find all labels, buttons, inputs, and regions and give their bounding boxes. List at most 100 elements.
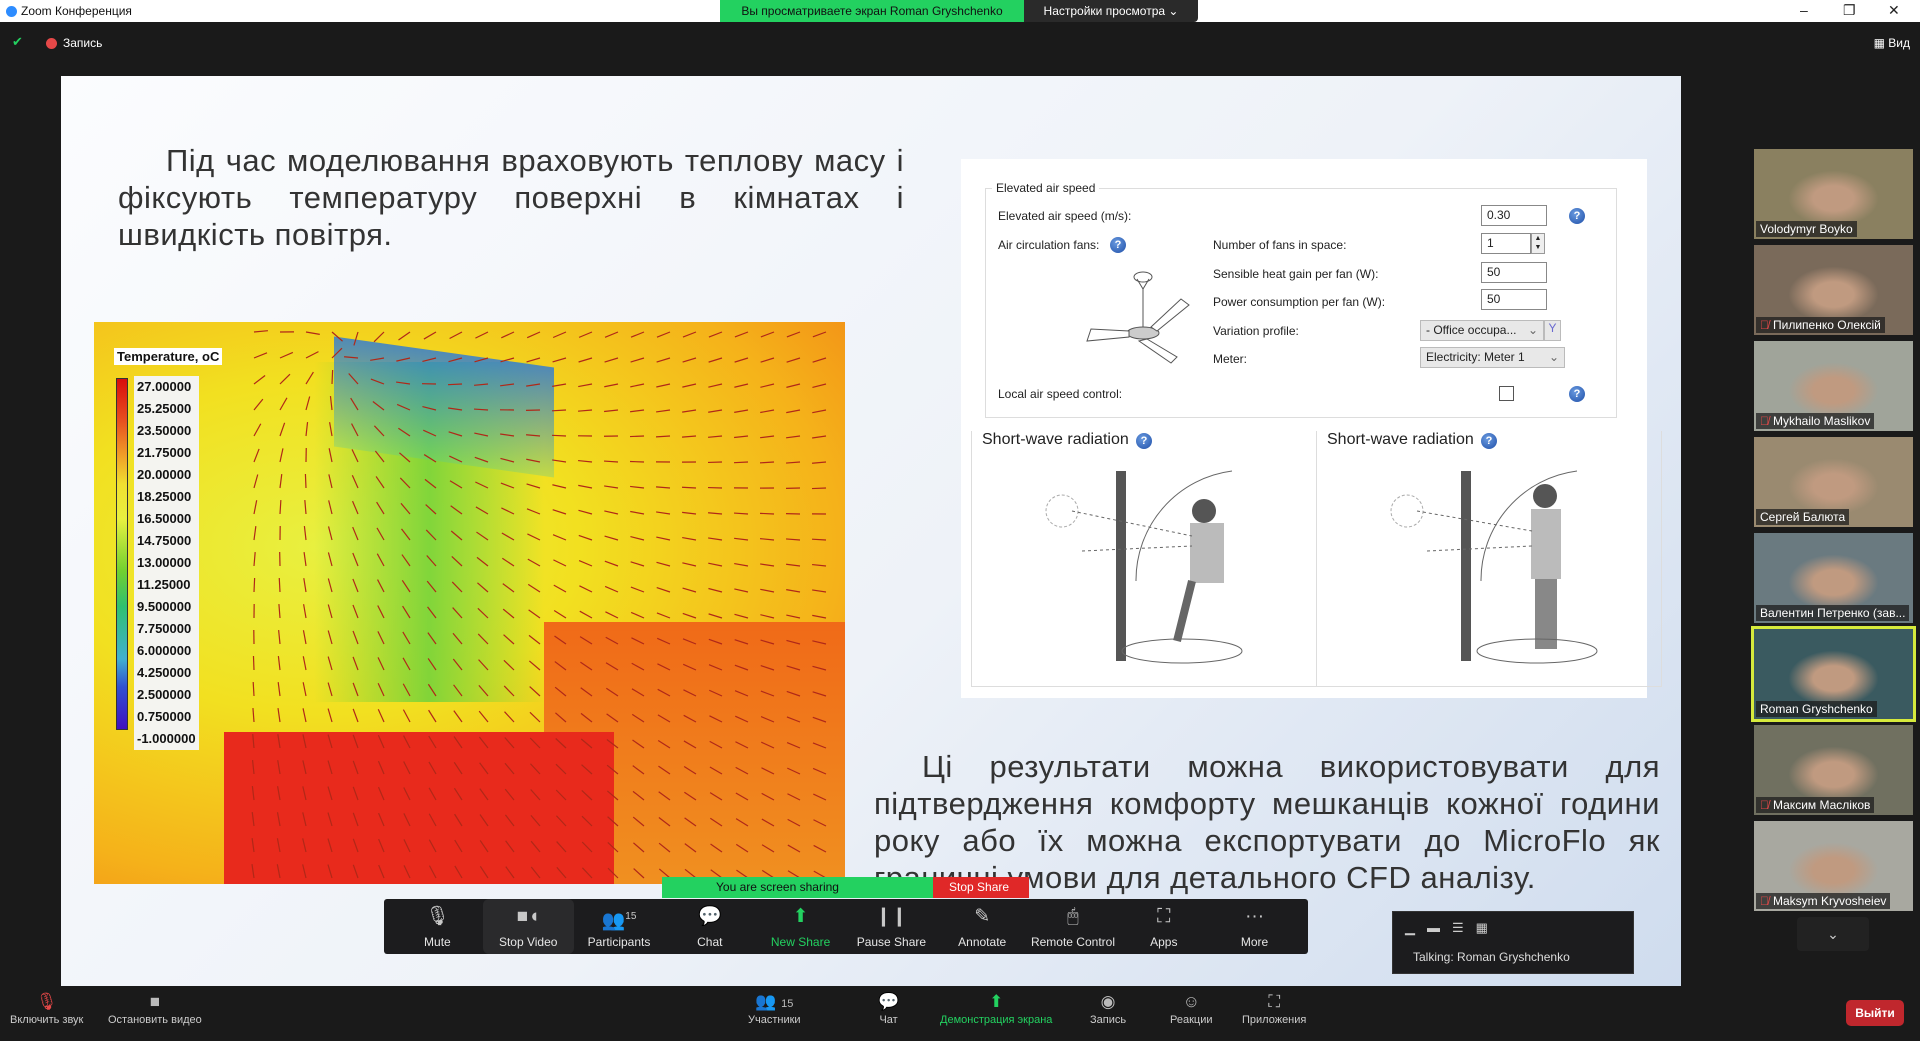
bottom-6-button[interactable]: ☺ Реакции — [1170, 992, 1213, 1026]
toolbar-more-button[interactable]: ··· More — [1209, 899, 1300, 954]
num-fans-input[interactable]: 1 — [1481, 233, 1531, 254]
filter-icon[interactable]: Y — [1544, 320, 1561, 341]
participant-count: 15 — [625, 911, 637, 922]
toolbar-annotate-button[interactable]: ✎ Annotate — [937, 899, 1028, 954]
muted-mic-icon: 🎙̸ — [1760, 318, 1769, 332]
meter-dropdown[interactable]: Electricity: Meter 1 ⌄ — [1420, 347, 1565, 368]
meeting-top-strip — [0, 22, 1920, 76]
muted-mic-icon: 🎙̸ — [1760, 798, 1769, 812]
num-fans-spinner[interactable]: ▲ ▼ — [1531, 233, 1545, 254]
participant-name: 🎙̸ Пилипенко Олексій — [1756, 317, 1885, 333]
toolbar-apps-button[interactable]: ⛶ Apps — [1118, 899, 1209, 954]
toolbar-label: Annotate — [958, 935, 1007, 949]
help-icon[interactable]: ? — [1569, 386, 1585, 402]
participant-name: Volodymyr Boyko — [1756, 221, 1857, 237]
short-wave-radiation-standing: Short-wave radiation ? — [1316, 431, 1662, 687]
toolbar-stop-video-button[interactable]: ■◖ Stop Video — [482, 899, 574, 954]
help-icon[interactable]: ? — [1136, 433, 1152, 449]
stop-share-label: Stop Share — [949, 880, 1010, 894]
recording-indicator[interactable]: Запись — [46, 36, 102, 50]
mute-icon: 🎙 — [425, 906, 450, 927]
heat-input[interactable]: 50 — [1481, 262, 1547, 283]
legend-value: 9.500000 — [134, 596, 199, 618]
slide-paragraph-2: Ці результати можна використовувати для … — [874, 749, 1660, 895]
remote-control-icon: 🖱 — [1067, 906, 1079, 927]
participant-name: Валентин Петренко (зав... — [1756, 605, 1910, 621]
stop-share-button[interactable]: Stop Share — [933, 877, 1029, 898]
bottom-7-button[interactable]: ⛶ Приложения — [1242, 992, 1306, 1026]
minimize-button[interactable]: – — [1800, 2, 1808, 18]
bottom-4-button[interactable]: ⬆ Демонстрация экрана — [940, 992, 1052, 1026]
legend-value: 14.75000 — [134, 530, 199, 552]
participant-tile[interactable]: Сергей Балюта — [1754, 437, 1913, 527]
security-shield-icon[interactable]: ✔ — [12, 34, 28, 50]
participant-tile[interactable]: Volodymyr Boyko — [1754, 149, 1913, 239]
participant-name: 🎙̸ Максим Масліков — [1756, 797, 1875, 813]
participant-name: 🎙̸ Mykhailo Maslikov — [1756, 413, 1875, 429]
participant-tile[interactable]: 🎙̸ Максим Масліков — [1754, 725, 1913, 815]
apps-icon: ⛶ — [1157, 906, 1171, 927]
help-icon[interactable]: ? — [1569, 208, 1585, 224]
seated-person-illustration — [1045, 470, 1243, 664]
toolbar-label: Chat — [697, 935, 723, 949]
maximize-button[interactable]: ❐ — [1843, 2, 1856, 19]
annotate-icon: ✎ — [974, 906, 991, 927]
leave-button[interactable]: Выйти — [1846, 1000, 1904, 1026]
power-input[interactable]: 50 — [1481, 289, 1547, 310]
app-name: Zoom Конференция — [21, 4, 132, 18]
toolbar-label: Participants — [587, 935, 651, 949]
num-fans-label: Number of fans in space: — [1213, 238, 1347, 252]
control-label: Запись — [1090, 1014, 1127, 1026]
toolbar-remote-control-button[interactable]: 🖱 Remote Control — [1028, 899, 1119, 954]
stop-video-icon: ■◖ — [516, 906, 540, 927]
toolbar-label: Pause Share — [856, 935, 927, 949]
viewing-banner: Вы просматриваете экран Roman Gryshchenk… — [720, 0, 1024, 22]
participant-tile[interactable]: 🎙̸ Mykhailo Maslikov — [1754, 341, 1913, 431]
bottom-1-button[interactable]: ■ Остановить видео — [108, 992, 202, 1026]
layout-switch-icons[interactable]: ▁▬☰▦ — [1405, 920, 1500, 936]
toolbar-new-share-button[interactable]: ⬆ New Share — [755, 899, 846, 954]
help-icon[interactable]: ? — [1481, 433, 1497, 449]
help-icon[interactable]: ? — [1110, 237, 1126, 253]
title-bar: Zoom Конференция Вы просматриваете экран… — [0, 0, 1920, 22]
view-button[interactable]: ▦ Вид — [1874, 36, 1910, 50]
group-label: Elevated air speed — [992, 181, 1100, 195]
participant-tile[interactable]: 🎙̸ Maksym Kryvosheiev — [1754, 821, 1913, 911]
legend-value: 11.25000 — [134, 574, 199, 596]
legend-value: 20.00000 — [134, 464, 199, 486]
toolbar-label: Remote Control — [1030, 935, 1115, 949]
toolbar-pause-share-button[interactable]: ❙❙ Pause Share — [846, 899, 937, 954]
toolbar-mute-button[interactable]: 🎙 Mute — [392, 899, 483, 954]
local-control-label: Local air speed control: — [998, 387, 1123, 401]
legend-value: 6.000000 — [134, 640, 199, 662]
toolbar-participants-button[interactable]: 👥15 Participants — [574, 899, 665, 954]
standing-person-illustration — [1390, 470, 1598, 664]
bottom-3-button[interactable]: 💬 Чат — [878, 992, 899, 1026]
meter-value: Electricity: Meter 1 — [1426, 350, 1525, 364]
bottom-2-button[interactable]: 👥 15 Участники — [748, 992, 801, 1026]
profile-label: Variation profile: — [1213, 324, 1299, 338]
local-control-checkbox[interactable] — [1499, 386, 1514, 401]
participant-tile[interactable]: Roman Gryshchenko — [1751, 626, 1916, 722]
swr-title: Short-wave radiation — [1327, 431, 1478, 449]
profile-dropdown[interactable]: - Office occupa... ⌄ — [1420, 320, 1544, 341]
participant-name: Сергей Балюта — [1756, 509, 1850, 525]
toolbar-chat-button[interactable]: 💬 Chat — [664, 899, 755, 954]
control-icon: ■ — [149, 992, 161, 1011]
legend-value: 27.00000 — [134, 376, 199, 398]
participant-tile[interactable]: Валентин Петренко (зав... — [1754, 533, 1913, 623]
toolbar-label: Apps — [1150, 935, 1178, 949]
gallery-scroll-down-icon[interactable]: ⌄ — [1797, 917, 1869, 951]
participant-tile[interactable]: 🎙̸ Пилипенко Олексій — [1754, 245, 1913, 335]
bottom-0-button[interactable]: 🎙 Включить звук — [10, 992, 83, 1026]
control-label: Чат — [879, 1014, 898, 1026]
bottom-5-button[interactable]: ◉ Запись — [1090, 992, 1126, 1026]
close-button[interactable]: ✕ — [1888, 2, 1900, 19]
control-icon: ◉ — [1100, 992, 1116, 1011]
swr-title: Short-wave radiation — [982, 431, 1133, 449]
speed-input[interactable]: 0.30 — [1481, 205, 1547, 226]
talking-label: Talking: Roman Gryshchenko — [1413, 950, 1570, 964]
elevated-air-speed-group: Elevated air speed Elevated air speed (m… — [985, 181, 1617, 418]
sharing-status-text: You are screen sharing — [716, 880, 839, 894]
view-options-button[interactable]: Настройки просмотра ⌄ — [1024, 0, 1198, 22]
